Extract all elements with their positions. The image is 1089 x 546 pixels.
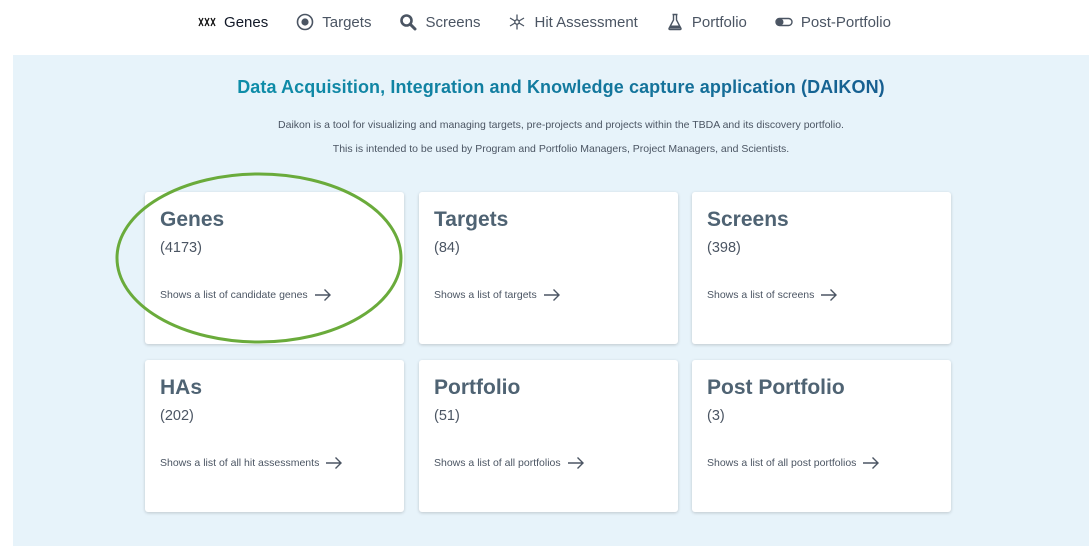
nav-portfolio-label: Portfolio [691, 13, 747, 31]
card-targets[interactable]: Targets (84) Shows a list of targets [419, 192, 678, 344]
card-screens-count: (398) [707, 240, 741, 256]
card-genes[interactable]: Genes (4173) Shows a list of candidate g… [145, 192, 404, 344]
description-line-2: This is intended to be used by Program a… [332, 143, 790, 155]
nav-portfolio[interactable]: Portfolio [666, 13, 747, 31]
card-has[interactable]: HAs (202) Shows a list of all hit assess… [145, 360, 404, 512]
card-has-link-label: Shows a list of all hit assessments [160, 457, 320, 469]
arrow-right-icon [325, 456, 343, 470]
nav-post-portfolio[interactable]: Post-Portfolio [775, 13, 891, 31]
card-genes-title: Genes [160, 208, 225, 231]
card-genes-count: (4173) [160, 240, 202, 256]
description-line-1: Daikon is a tool for visualizing and man… [278, 119, 844, 131]
arrow-right-icon [820, 288, 838, 302]
card-post-portfolio-link-label: Shows a list of all post portfolios [707, 457, 857, 469]
card-portfolio-link[interactable]: Shows a list of all portfolios [434, 456, 585, 470]
target-icon [296, 13, 314, 31]
card-targets-title: Targets [434, 208, 509, 231]
card-post-portfolio-count: (3) [707, 408, 725, 424]
arrow-right-icon [543, 288, 561, 302]
card-targets-link[interactable]: Shows a list of targets [434, 288, 561, 302]
card-portfolio[interactable]: Portfolio (51) Shows a list of all portf… [419, 360, 678, 512]
card-has-link[interactable]: Shows a list of all hit assessments [160, 456, 343, 470]
nav-screens[interactable]: Screens [399, 13, 480, 31]
page-title: Data Acquisition, Integration and Knowle… [13, 77, 1089, 98]
arrow-right-icon [862, 456, 880, 470]
nav-hit-assessment-label: Hit Assessment [534, 13, 638, 31]
card-screens-link-label: Shows a list of screens [707, 289, 815, 301]
card-screens-link[interactable]: Shows a list of screens [707, 288, 838, 302]
card-targets-count: (84) [434, 240, 460, 256]
dna-icon [198, 13, 216, 31]
nav-genes[interactable]: Genes [198, 13, 268, 31]
flask-icon [666, 13, 684, 31]
nav-targets[interactable]: Targets [296, 13, 371, 31]
nav-post-portfolio-label: Post-Portfolio [800, 13, 891, 31]
toggle-icon [775, 13, 793, 31]
top-navigation: Genes Targets Screens Hit Assessment Por… [0, 0, 1089, 44]
card-post-portfolio-link[interactable]: Shows a list of all post portfolios [707, 456, 880, 470]
arrow-right-icon [567, 456, 585, 470]
card-genes-link[interactable]: Shows a list of candidate genes [160, 288, 332, 302]
nav-hit-assessment[interactable]: Hit Assessment [508, 13, 638, 31]
molecule-icon [508, 13, 526, 31]
card-screens[interactable]: Screens (398) Shows a list of screens [692, 192, 951, 344]
nav-screens-label: Screens [425, 13, 481, 31]
card-targets-link-label: Shows a list of targets [434, 289, 537, 301]
card-portfolio-title: Portfolio [434, 376, 521, 399]
card-post-portfolio[interactable]: Post Portfolio (3) Shows a list of all p… [692, 360, 951, 512]
card-has-title: HAs [160, 376, 203, 399]
card-has-count: (202) [160, 408, 194, 424]
card-portfolio-count: (51) [434, 408, 460, 424]
card-genes-link-label: Shows a list of candidate genes [160, 289, 308, 301]
nav-targets-label: Targets [322, 13, 372, 31]
card-screens-title: Screens [707, 208, 789, 231]
arrow-right-icon [314, 288, 332, 302]
card-post-portfolio-title: Post Portfolio [707, 376, 845, 399]
nav-genes-label: Genes [224, 13, 269, 31]
search-icon [399, 13, 417, 31]
card-portfolio-link-label: Shows a list of all portfolios [434, 457, 561, 469]
